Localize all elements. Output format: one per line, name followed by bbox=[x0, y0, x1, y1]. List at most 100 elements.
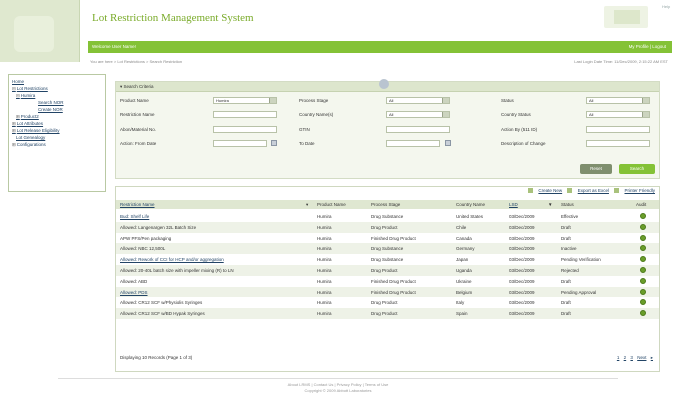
cell-name[interactable]: Allowed: PDS bbox=[120, 290, 148, 295]
cell-date: 03/Dec/2009 bbox=[509, 235, 535, 241]
cell-stage: Drug Substance bbox=[371, 246, 404, 252]
country-names-select[interactable]: All bbox=[386, 111, 450, 118]
table-row[interactable]: APW PFS/Pen packaging Humira Finished Drug… bbox=[116, 233, 659, 244]
excel-icon[interactable] bbox=[567, 188, 573, 194]
cell-country: Germany bbox=[456, 246, 475, 252]
table-row[interactable]: Bud: Shelf Life Humira Drug Substance Unite… bbox=[116, 211, 659, 222]
action-by-label: Action By (511 ID) bbox=[501, 127, 538, 132]
table-row[interactable]: Allowed: 20-40L batch size with impeller… bbox=[116, 265, 659, 276]
sidebar-item-lot-genealogy[interactable]: Lot Genealogy bbox=[12, 134, 102, 141]
col-country-name[interactable]: Country Name bbox=[456, 202, 485, 207]
collapse-icon[interactable]: ⊟ bbox=[12, 86, 16, 91]
country-status-select[interactable]: All bbox=[586, 111, 650, 118]
table-row[interactable]: Allowed: CR12 SCF w/BD Hypak Syringes Hum… bbox=[116, 308, 659, 319]
col-lsd[interactable]: LSD bbox=[509, 202, 518, 207]
table-row[interactable]: Allowed: Langenargen 32L Batch Size Humir… bbox=[116, 221, 659, 233]
export-excel-link[interactable]: Export as Excel bbox=[578, 188, 609, 193]
table-row[interactable]: Allowed: NBC 12,500L Humira Drug Substance… bbox=[116, 243, 659, 255]
audit-icon[interactable] bbox=[640, 288, 646, 295]
collapse-icon[interactable]: ⊟ bbox=[16, 93, 20, 98]
search-button[interactable]: Search bbox=[619, 164, 655, 174]
sidebar-item-lot-restrictions[interactable]: ⊟Lot Restrictions bbox=[12, 85, 102, 92]
profile-logout-links[interactable]: My Profile | Logout bbox=[629, 44, 666, 49]
sort-desc-icon[interactable]: ▼ bbox=[548, 202, 552, 207]
cell-date: 03/Dec/2009 bbox=[509, 246, 535, 252]
audit-icon[interactable] bbox=[640, 234, 646, 241]
cell-name[interactable]: Allowed: Langenargen 32L Batch Size bbox=[120, 225, 196, 230]
sidebar-item-home[interactable]: Home bbox=[12, 78, 102, 85]
expand-icon[interactable]: ⊞ bbox=[12, 121, 16, 126]
restriction-name-input[interactable] bbox=[213, 111, 277, 118]
cell-name[interactable]: Allowed: CR12 SCF w/BD Hypak Syringes bbox=[120, 311, 205, 316]
audit-icon[interactable] bbox=[640, 256, 646, 263]
product-name-select[interactable]: Humira bbox=[213, 97, 277, 104]
create-new-link[interactable]: Create New bbox=[538, 188, 562, 193]
sort-icon[interactable]: ▾ bbox=[306, 202, 308, 208]
audit-icon[interactable] bbox=[640, 277, 646, 284]
sidebar-item-product2[interactable]: ⊞Product2 bbox=[12, 113, 102, 120]
table-row[interactable]: Allowed: ABD Humira Finished Drug Product U… bbox=[116, 276, 659, 287]
status-select[interactable]: All bbox=[586, 97, 650, 104]
cell-name[interactable]: APW PFS/Pen packaging bbox=[120, 236, 171, 241]
process-stage-select[interactable]: All bbox=[386, 97, 450, 104]
page-link[interactable]: 2 bbox=[624, 355, 627, 360]
expand-icon[interactable]: ⊞ bbox=[12, 128, 16, 133]
table-row[interactable]: Allowed: CR12 SCF w/Physiolis Syringes Hu… bbox=[116, 297, 659, 308]
audit-icon[interactable] bbox=[640, 267, 646, 273]
cell-country: Chile bbox=[456, 224, 467, 230]
page-link[interactable]: 1 bbox=[617, 355, 620, 360]
sidebar-nav: Home ⊟Lot Restrictions ⊟Humira Search NO… bbox=[8, 74, 106, 192]
gtin-input[interactable] bbox=[386, 126, 450, 133]
cell-country: Belgium bbox=[456, 289, 473, 295]
calendar-icon[interactable] bbox=[445, 140, 451, 146]
add-icon[interactable] bbox=[528, 188, 534, 194]
next-link[interactable]: Next bbox=[637, 355, 646, 360]
cell-name[interactable]: Allowed: NBC 12,500L bbox=[120, 246, 165, 251]
cell-name[interactable]: Allowed: ABD bbox=[120, 279, 147, 284]
cell-stage: Drug Product bbox=[371, 224, 398, 230]
page-link[interactable]: 3 bbox=[630, 355, 633, 360]
cell-date: 03/Dec/2009 bbox=[509, 289, 535, 295]
cell-name[interactable]: Allowed: 20-40L batch size with impeller… bbox=[120, 268, 234, 273]
to-date-label: To Date bbox=[299, 141, 315, 146]
audit-icon[interactable] bbox=[640, 213, 646, 219]
sidebar-item-lot-release-eligibility[interactable]: ⊞Lot Release Eligibility bbox=[12, 127, 102, 134]
action-from-date-input[interactable] bbox=[213, 140, 267, 147]
audit-icon[interactable] bbox=[640, 223, 646, 230]
table-row[interactable]: Allowed: Rework of CCI for HCP and/or ag… bbox=[116, 254, 659, 265]
sidebar-item-lot-attributes[interactable]: ⊞Lot Attributes bbox=[12, 120, 102, 127]
country-names-label: Country Name(s) bbox=[299, 112, 334, 117]
sidebar-item-configurations[interactable]: ⊞Configurations bbox=[12, 141, 102, 148]
expand-icon[interactable]: ⊞ bbox=[12, 142, 16, 147]
cell-name[interactable]: Bud: Shelf Life bbox=[120, 214, 149, 219]
table-row[interactable]: Allowed: PDS Humira Finished Drug Product B… bbox=[116, 286, 659, 298]
col-restriction-name[interactable]: Restriction Name bbox=[120, 202, 155, 207]
to-date-input[interactable] bbox=[386, 140, 440, 147]
audit-icon[interactable] bbox=[640, 299, 646, 306]
cell-status: Draft bbox=[561, 311, 571, 317]
expand-icon[interactable]: ⊞ bbox=[16, 114, 20, 119]
sidebar-item-search-nor[interactable]: Search NOR bbox=[12, 99, 102, 106]
col-status[interactable]: Status bbox=[561, 202, 574, 207]
sidebar-item-create-nor[interactable]: Create NOR bbox=[12, 106, 102, 113]
printer-friendly-link[interactable]: Printer Friendly bbox=[624, 188, 655, 193]
action-by-input[interactable] bbox=[586, 126, 650, 133]
cell-stage: Drug Product bbox=[371, 268, 398, 273]
calendar-icon[interactable] bbox=[271, 140, 277, 146]
printer-icon[interactable] bbox=[614, 188, 620, 194]
abon-material-input[interactable] bbox=[213, 126, 277, 133]
cell-name[interactable]: Allowed: CR12 SCF w/Physiolis Syringes bbox=[120, 300, 202, 305]
col-process-stage[interactable]: Process Stage bbox=[371, 202, 400, 207]
audit-icon[interactable] bbox=[640, 245, 646, 252]
search-criteria-header[interactable]: ▾ Search Criteria bbox=[116, 79, 659, 92]
reset-button[interactable]: Reset bbox=[580, 164, 612, 174]
cell-name[interactable]: Allowed: Rework of CCI for HCP and/or ag… bbox=[120, 257, 224, 262]
sidebar-item-humira[interactable]: ⊟Humira bbox=[12, 92, 102, 99]
help-link[interactable]: Help bbox=[662, 4, 672, 9]
col-product-name[interactable]: Product Name bbox=[317, 202, 346, 207]
breadcrumb[interactable]: You are here > Lot Restrictions > Search… bbox=[90, 59, 182, 64]
next-arrow-icon[interactable]: ▸ bbox=[651, 355, 653, 360]
drag-handle-icon[interactable] bbox=[379, 79, 389, 89]
description-of-change-input[interactable] bbox=[586, 140, 650, 147]
audit-icon[interactable] bbox=[640, 310, 646, 317]
